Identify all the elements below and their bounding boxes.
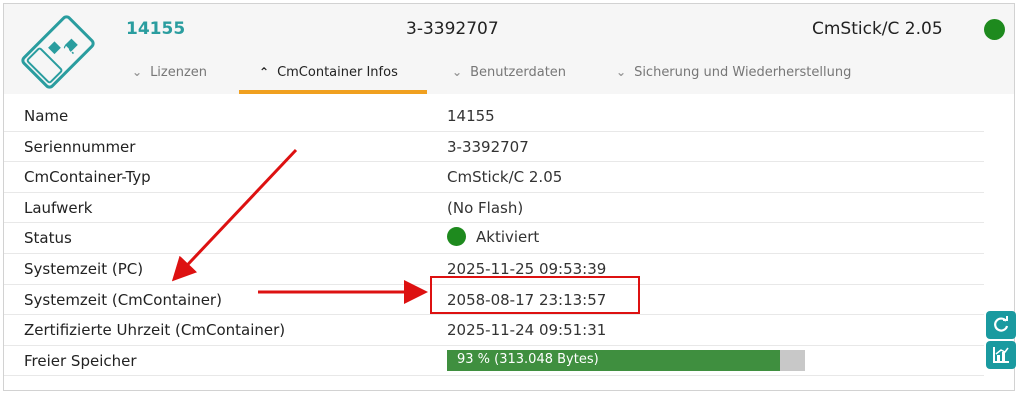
row-value: CmStick/C 2.05	[447, 168, 563, 187]
row-label: Systemzeit (CmContainer)	[24, 290, 222, 309]
tab-cmcontainer-infos[interactable]: ⌃ CmContainer Infos	[239, 60, 427, 94]
row-label: Status	[24, 229, 72, 248]
tab-sicherung[interactable]: ⌄ Sicherung und Wiederherstellung	[616, 60, 851, 94]
row-value: (No Flash)	[447, 198, 524, 217]
container-name: 14155	[126, 19, 186, 39]
info-row-status: Status Aktiviert	[4, 223, 984, 254]
refresh-icon	[994, 316, 1009, 332]
tab-benutzerdaten[interactable]: ⌄ Benutzerdaten	[452, 60, 566, 94]
info-row-serial: Seriennummer 3-3392707	[4, 132, 984, 163]
status-indicator	[984, 19, 1005, 40]
header-container-type: CmStick/C 2.05	[812, 19, 943, 39]
chart-icon	[993, 347, 1009, 363]
row-label: CmContainer-Typ	[24, 168, 151, 187]
row-label: Freier Speicher	[24, 351, 137, 370]
row-label: Laufwerk	[24, 198, 93, 217]
row-label: Name	[24, 107, 69, 125]
row-label: Systemzeit (PC)	[24, 259, 144, 278]
row-value: 2025-11-24 09:51:31	[447, 321, 607, 340]
info-table: Name 14155 Seriennummer 3-3392707 CmCont…	[4, 101, 984, 377]
memory-progress-bar: 93 % (313.048 Bytes)	[447, 349, 805, 371]
info-row-drive: Laufwerk (No Flash)	[4, 193, 984, 224]
info-row-type: CmContainer-Typ CmStick/C 2.05	[4, 162, 984, 193]
tab-label: CmContainer Infos	[277, 65, 398, 80]
row-value: 3-3392707	[447, 137, 529, 156]
tab-label: Benutzerdaten	[470, 65, 567, 80]
chart-button[interactable]	[986, 341, 1016, 369]
status-text: Aktiviert	[476, 227, 540, 246]
memory-progress-text: 93 % (313.048 Bytes)	[457, 351, 599, 367]
container-header: ? 14155 3-3392707 CmStick/C 2.05 ⌄ Lizenz…	[4, 4, 1014, 94]
header-serial: 3-3392707	[406, 19, 499, 39]
refresh-button[interactable]	[986, 311, 1016, 339]
chevron-up-icon: ⌃	[259, 65, 270, 79]
chevron-down-icon: ⌄	[452, 65, 463, 79]
annotation-highlight-box	[430, 276, 640, 314]
status-dot	[447, 227, 466, 247]
chevron-down-icon: ⌄	[616, 65, 627, 79]
container-panel: ? 14155 3-3392707 CmStick/C 2.05 ⌄ Lizenz…	[3, 3, 1015, 391]
tab-label: Lizenzen	[150, 65, 208, 80]
row-value: 14155	[447, 107, 495, 125]
tab-lizenzen[interactable]: ⌄ Lizenzen	[132, 60, 207, 94]
cmstick-logo-icon: ?	[21, 15, 95, 89]
row-label: Seriennummer	[24, 137, 136, 156]
info-row-certified-time: Zertifizierte Uhrzeit (CmContainer) 2025…	[4, 315, 984, 346]
tab-label: Sicherung und Wiederherstellung	[634, 65, 852, 80]
status-value: Aktiviert	[447, 227, 540, 247]
chevron-down-icon: ⌄	[132, 65, 143, 79]
info-row-free-memory: Freier Speicher 93 % (313.048 Bytes)	[4, 346, 984, 377]
info-row-name: Name 14155	[4, 101, 984, 132]
row-label: Zertifizierte Uhrzeit (CmContainer)	[24, 321, 286, 340]
